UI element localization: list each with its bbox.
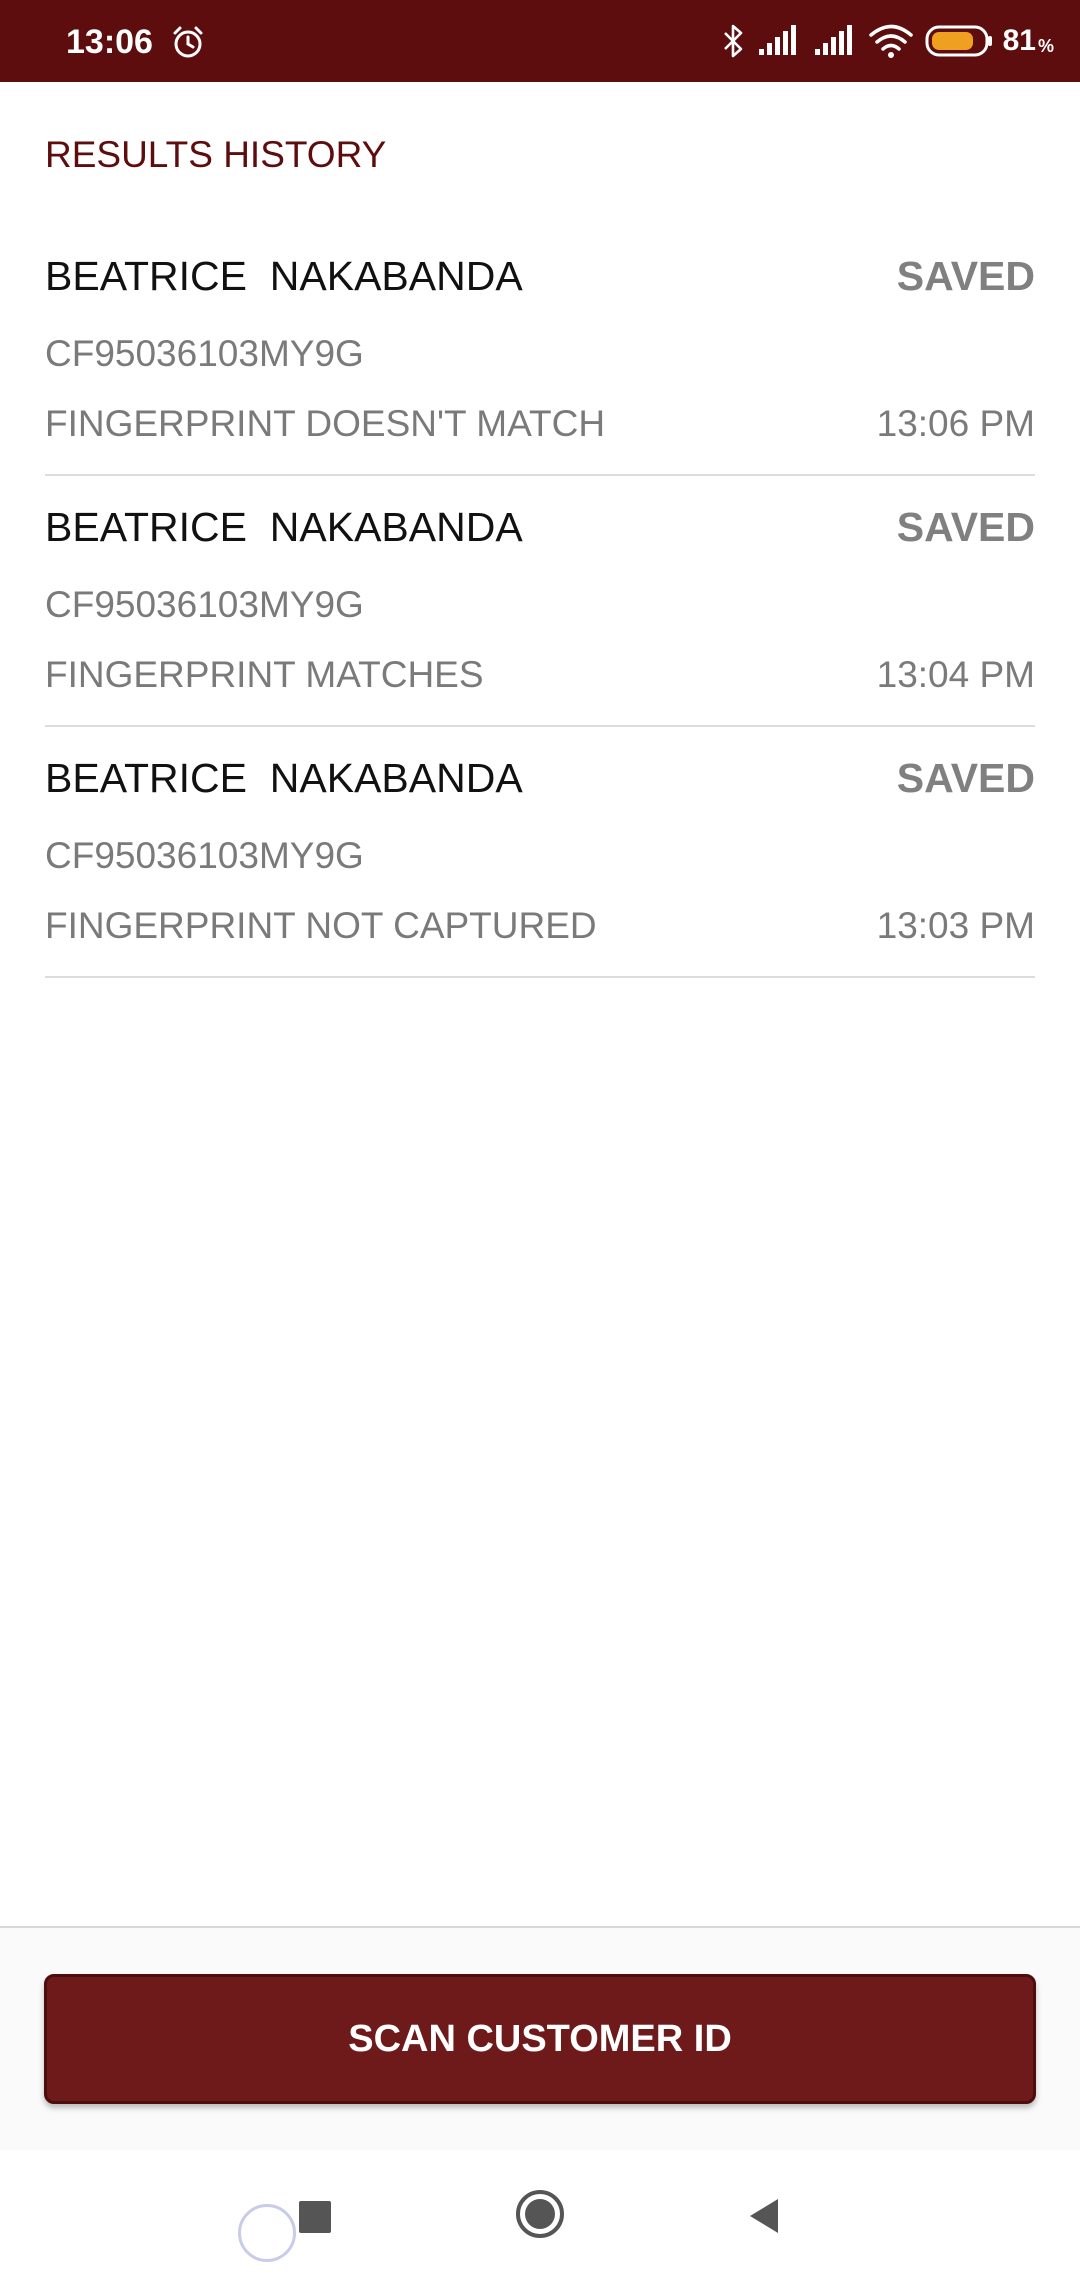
status-icons: 81 % [709, 18, 1054, 64]
result-time: 13:06 PM [876, 403, 1035, 444]
status-time: 13:06 [66, 23, 153, 61]
result-time: 13:04 PM [876, 654, 1035, 695]
result-time: 13:03 PM [876, 905, 1035, 946]
bluetooth-icon [721, 23, 745, 59]
customer-name: BEATRICE NAKABANDA [45, 504, 523, 550]
history-item[interactable]: BEATRICE NAKABANDA SAVED CF95036103MY9G … [45, 728, 1035, 978]
navigation-bar [0, 2150, 1080, 2280]
battery-percent: 81 [1002, 24, 1036, 57]
customer-id: CF95036103MY9G [45, 835, 364, 876]
signal-icon [813, 25, 857, 57]
customer-name: BEATRICE NAKABANDA [45, 755, 523, 801]
battery-icon [925, 24, 995, 58]
save-status-label: SAVED [896, 755, 1035, 801]
scan-customer-id-button[interactable]: SCAN CUSTOMER ID [44, 1974, 1036, 2104]
history-item[interactable]: BEATRICE NAKABANDA SAVED CF95036103MY9G … [45, 477, 1035, 727]
alarm-clock-icon [170, 24, 206, 60]
fingerprint-result: FINGERPRINT NOT CAPTURED [45, 905, 597, 946]
status-bar: 13:06 81 % [0, 0, 1080, 82]
battery-percent-sign: % [1037, 35, 1054, 56]
save-status-label: SAVED [896, 504, 1035, 550]
customer-id: CF95036103MY9G [45, 333, 364, 374]
customer-id: CF95036103MY9G [45, 584, 364, 625]
signal-icon [757, 25, 801, 57]
triangle-back-icon[interactable] [738, 2190, 790, 2242]
circle-home-icon[interactable] [512, 2186, 568, 2242]
wifi-icon [868, 24, 913, 58]
fingerprint-result: FINGERPRINT MATCHES [45, 654, 484, 695]
square-recents-icon[interactable] [290, 2192, 340, 2242]
page-title: RESULTS HISTORY [45, 134, 387, 175]
history-item[interactable]: BEATRICE NAKABANDA SAVED CF95036103MY9G … [45, 226, 1035, 476]
customer-name: BEATRICE NAKABANDA [45, 253, 523, 299]
bottom-action-bar: SCAN CUSTOMER ID [0, 1926, 1080, 2150]
save-status-label: SAVED [896, 253, 1035, 299]
fingerprint-result: FINGERPRINT DOESN'T MATCH [45, 403, 606, 444]
history-list: BEATRICE NAKABANDA SAVED CF95036103MY9G … [45, 226, 1035, 978]
touch-indicator [238, 2204, 296, 2262]
